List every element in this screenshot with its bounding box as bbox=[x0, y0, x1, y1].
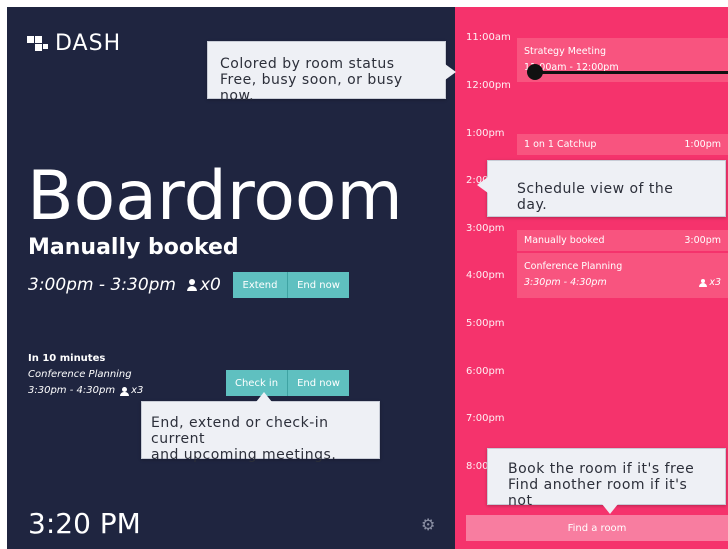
event-title: Strategy Meeting bbox=[524, 46, 607, 57]
callout-text: Free, busy soon, or busy now. bbox=[220, 72, 403, 104]
upcoming-time-range: 3:30pm - 4:30pm bbox=[28, 385, 116, 396]
event-title: 1 on 1 Catchup bbox=[524, 139, 597, 150]
callout-text: Schedule view of the day. bbox=[517, 181, 674, 213]
hour-label: 3:00pm bbox=[466, 223, 505, 234]
callout-text: Colored by room status bbox=[220, 56, 395, 72]
hour-label: 4:00pm bbox=[466, 270, 505, 281]
event-time: 1:00pm bbox=[684, 139, 721, 150]
schedule-event[interactable]: Manually booked 3:00pm bbox=[517, 230, 728, 251]
hour-label: 6:00pm bbox=[466, 366, 505, 377]
event-time: 3:30pm - 4:30pm bbox=[524, 277, 607, 288]
hour-label: 5:00pm bbox=[466, 318, 505, 329]
upcoming-meeting-actions: Check in End now bbox=[226, 370, 349, 396]
event-title: Conference Planning bbox=[524, 261, 623, 272]
book-room-callout: Book the room if it's free Find another … bbox=[487, 448, 726, 514]
hour-label: 11:00am bbox=[466, 32, 511, 43]
schedule-event[interactable]: Conference Planning 3:30pm - 4:30pm x3 bbox=[517, 253, 728, 298]
gear-icon[interactable]: ⚙ bbox=[421, 517, 437, 533]
upcoming-when: In 10 minutes bbox=[28, 353, 106, 364]
callout-text: End, extend or check-in current bbox=[151, 415, 329, 447]
extend-button[interactable]: Extend bbox=[233, 272, 287, 298]
event-time: 3:00pm bbox=[684, 235, 721, 246]
schedule-event[interactable]: Strategy Meeting 11:00am - 12:00pm bbox=[517, 38, 728, 82]
attendee-count-value: x0 bbox=[200, 275, 221, 295]
callout-arrow bbox=[602, 504, 618, 514]
dash-logo-icon bbox=[27, 33, 49, 55]
upcoming-meeting: In 10 minutes Conference Planning 3:30pm… bbox=[28, 351, 143, 399]
upcoming-time-row: 3:30pm - 4:30pm x3 bbox=[28, 383, 143, 399]
hour-label: 7:00pm bbox=[466, 413, 505, 424]
current-time-indicator bbox=[535, 71, 728, 74]
upcoming-attendees: x3 bbox=[120, 383, 143, 399]
attendee-count: x0 bbox=[186, 275, 221, 295]
person-icon bbox=[699, 278, 708, 287]
hour-label: 12:00pm bbox=[466, 80, 511, 91]
event-attendee-count: x3 bbox=[709, 277, 721, 288]
callout-arrow bbox=[445, 64, 456, 80]
end-now-button[interactable]: End now bbox=[287, 272, 349, 298]
person-icon bbox=[186, 279, 198, 291]
current-booking-time: 3:00pm - 3:30pm x0 bbox=[28, 275, 221, 295]
clock: 3:20 PM bbox=[28, 507, 141, 540]
upcoming-title: Conference Planning bbox=[28, 369, 132, 380]
callout-arrow bbox=[256, 392, 272, 402]
meeting-actions-callout: End, extend or check-in current and upco… bbox=[141, 392, 380, 463]
upcoming-attendee-count: x3 bbox=[131, 385, 144, 396]
current-time-range: 3:00pm - 3:30pm bbox=[28, 275, 176, 295]
booking-status: Manually booked bbox=[28, 235, 239, 260]
hour-label: 8:00 bbox=[466, 461, 489, 472]
hour-label: 1:00pm bbox=[466, 128, 505, 139]
event-title: Manually booked bbox=[524, 235, 605, 246]
callout-arrow bbox=[477, 177, 488, 193]
current-time-dot bbox=[527, 64, 543, 80]
schedule-event[interactable]: 1 on 1 Catchup 1:00pm bbox=[517, 134, 728, 155]
callout-text: Book the room if it's free bbox=[508, 461, 695, 477]
person-icon bbox=[120, 386, 130, 396]
room-name: Boardroom bbox=[27, 157, 403, 236]
find-room-button[interactable]: Find a room bbox=[466, 515, 728, 541]
upcoming-end-now-button[interactable]: End now bbox=[287, 370, 349, 396]
brand-name: DASH bbox=[55, 31, 122, 56]
brand-logo: DASH bbox=[27, 31, 121, 56]
schedule-callout: Schedule view of the day. bbox=[477, 160, 726, 217]
event-attendees: x3 bbox=[699, 277, 721, 288]
room-status-callout: Colored by room status Free, busy soon, … bbox=[207, 41, 456, 104]
current-meeting-actions: Extend End now bbox=[233, 272, 349, 298]
callout-text: and upcoming meetings. bbox=[151, 447, 337, 463]
